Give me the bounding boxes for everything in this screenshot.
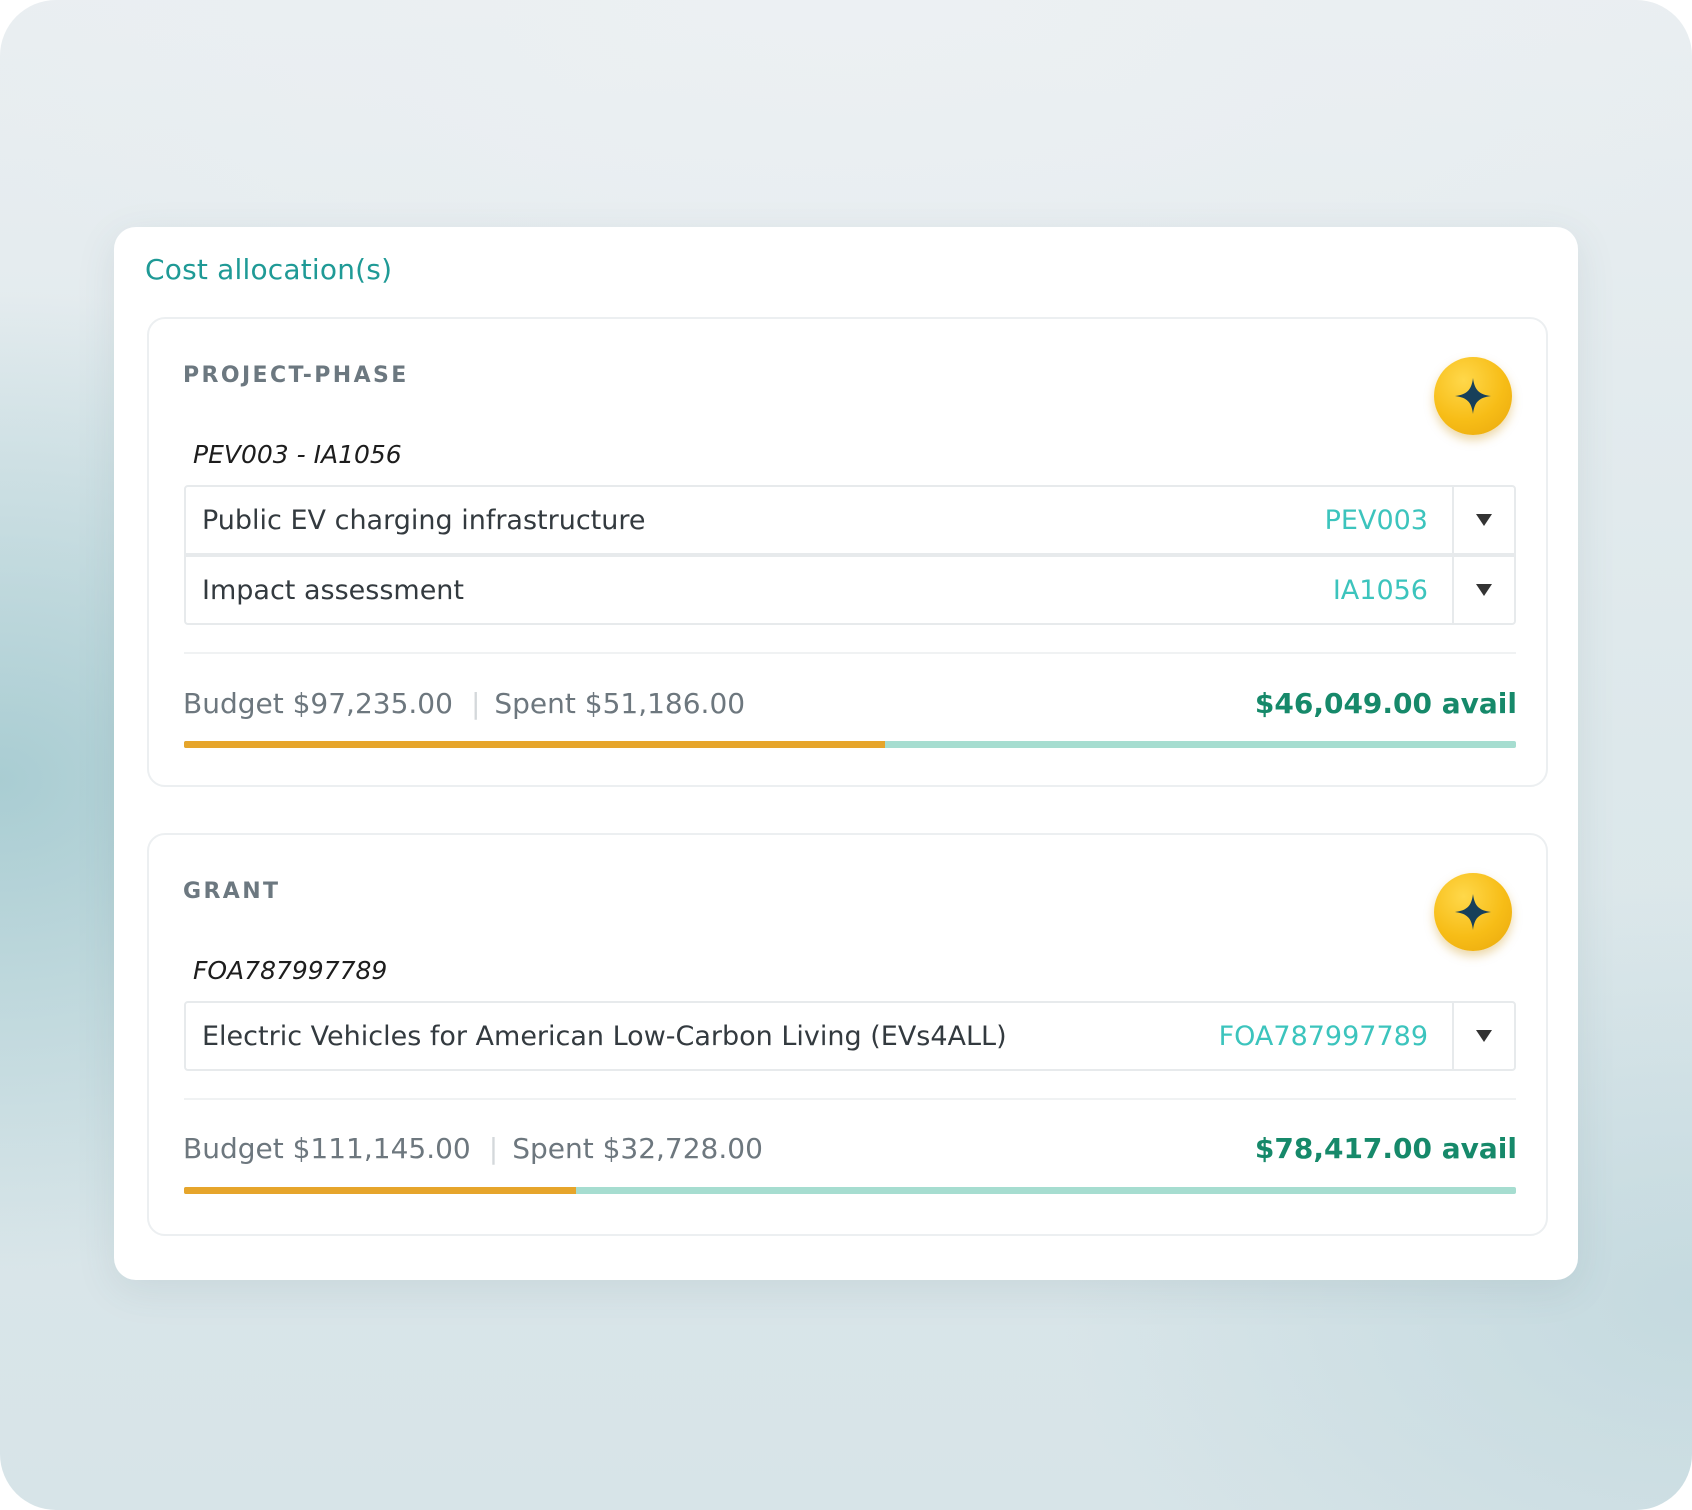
caret-down-icon bbox=[1476, 584, 1492, 596]
ai-suggest-button[interactable] bbox=[1434, 873, 1512, 951]
caret-down-icon bbox=[1476, 514, 1492, 526]
divider bbox=[184, 652, 1516, 654]
dropdown-toggle[interactable] bbox=[1452, 557, 1514, 623]
select-label: Public EV charging infrastructure bbox=[202, 504, 646, 536]
budget-summary: Budget $111,145.00 | Spent $32,728.00 $7… bbox=[183, 1132, 1517, 1165]
panel-title: Cost allocation(s) bbox=[145, 253, 393, 286]
caret-down-icon bbox=[1476, 1030, 1492, 1042]
select-code: IA1056 bbox=[1332, 574, 1428, 606]
grant-select[interactable]: Electric Vehicles for American Low-Carbo… bbox=[184, 1001, 1516, 1071]
selection-title: FOA787997789 bbox=[193, 956, 388, 985]
separator: | bbox=[470, 687, 481, 720]
budget-progress-bar bbox=[184, 1187, 1516, 1194]
budget-summary: Budget $97,235.00 | Spent $51,186.00 $46… bbox=[183, 687, 1517, 720]
project-select[interactable]: Public EV charging infrastructure PEV003 bbox=[184, 485, 1516, 555]
available-amount: $78,417.00 avail bbox=[1254, 1132, 1517, 1165]
grant-card: GRANT FOA787997789 Electric Vehicles for… bbox=[147, 833, 1548, 1236]
separator: | bbox=[488, 1132, 499, 1165]
ai-suggest-button[interactable] bbox=[1434, 357, 1512, 435]
available-amount: $46,049.00 avail bbox=[1254, 687, 1517, 720]
selection-title: PEV003 - IA1056 bbox=[193, 440, 402, 469]
cost-allocation-panel: Cost allocation(s) PROJECT-PHASE PEV003 … bbox=[114, 227, 1578, 1280]
dropdown-toggle[interactable] bbox=[1452, 1003, 1514, 1069]
sparkle-icon bbox=[1455, 894, 1491, 930]
divider bbox=[184, 1098, 1516, 1100]
dropdown-toggle[interactable] bbox=[1452, 487, 1514, 553]
spent-amount: Spent $51,186.00 bbox=[494, 687, 746, 720]
budget-amount: Budget $97,235.00 bbox=[183, 687, 453, 720]
spent-amount: Spent $32,728.00 bbox=[512, 1132, 763, 1165]
phase-select[interactable]: Impact assessment IA1056 bbox=[184, 555, 1516, 625]
sparkle-icon bbox=[1455, 378, 1491, 414]
section-label: GRANT bbox=[183, 879, 281, 904]
select-code: PEV003 bbox=[1324, 504, 1428, 536]
project-phase-card: PROJECT-PHASE PEV003 - IA1056 Public EV … bbox=[147, 317, 1548, 787]
select-code: FOA787997789 bbox=[1218, 1020, 1428, 1052]
spent-fill bbox=[184, 741, 886, 748]
section-label: PROJECT-PHASE bbox=[183, 363, 409, 388]
spent-fill bbox=[184, 1187, 577, 1194]
select-label: Electric Vehicles for American Low-Carbo… bbox=[202, 1020, 1007, 1052]
select-label: Impact assessment bbox=[202, 574, 464, 606]
budget-amount: Budget $111,145.00 bbox=[183, 1132, 471, 1165]
budget-progress-bar bbox=[184, 741, 1516, 748]
